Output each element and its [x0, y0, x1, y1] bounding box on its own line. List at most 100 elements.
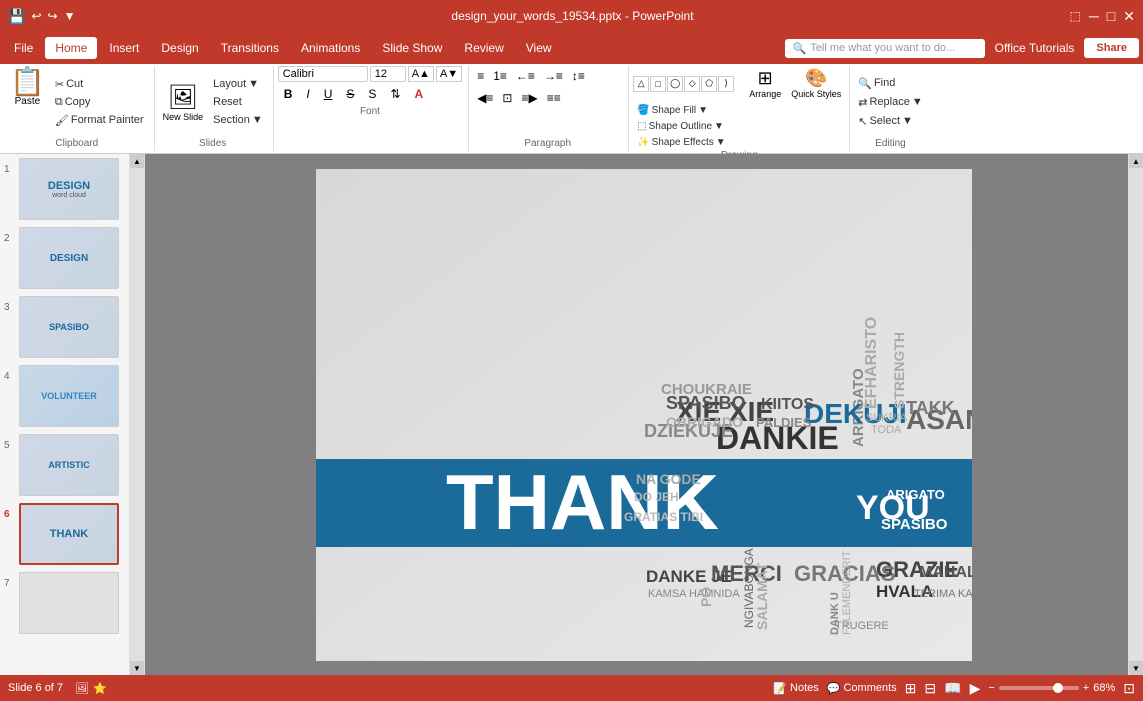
slide-num-3: 3 [4, 302, 16, 313]
maximize-icon[interactable]: □ [1107, 8, 1115, 24]
shape-fill-button[interactable]: 🪣 Shape Fill ▼ [633, 103, 845, 118]
menu-design[interactable]: Design [151, 37, 208, 59]
zoom-out-button[interactable]: − [988, 682, 994, 694]
slide-thumb-4[interactable]: 4 VOLUNTEER [4, 365, 125, 427]
scroll-down-button[interactable]: ▼ [130, 661, 144, 675]
shape-outline-button[interactable]: ⬚ Shape Outline ▼ [633, 119, 845, 134]
slide-thumb-2[interactable]: 2 DESIGN [4, 227, 125, 289]
slide-status-icon: 🖼 [75, 682, 89, 695]
view-slide-sorter-button[interactable]: ⊟ [924, 680, 936, 697]
save-icon[interactable]: 💾 [8, 8, 25, 25]
zoom-in-button[interactable]: + [1083, 682, 1089, 694]
search-box[interactable]: 🔍 Tell me what you want to do... [785, 39, 985, 58]
scroll-right-up-button[interactable]: ▲ [1129, 154, 1143, 168]
select-button[interactable]: ↖ Select ▼ [854, 113, 926, 130]
minimize-icon[interactable]: ─ [1089, 8, 1099, 24]
ribbon: 📋 Paste ✂ Cut ⧉ Copy 🖌 Format Painter Cl… [0, 64, 1143, 154]
font-name-input[interactable] [278, 66, 368, 82]
numbering-button[interactable]: 1≡ [489, 66, 511, 86]
close-icon[interactable]: ✕ [1123, 8, 1135, 25]
title-bar-left: 💾 ↩ ↪ ▼ [8, 8, 75, 25]
shape-effects-button[interactable]: ✨ Shape Effects ▼ [633, 135, 845, 150]
underline-button[interactable]: U [318, 84, 339, 104]
arrange-button[interactable]: ⊞ Arrange [745, 66, 785, 101]
svg-text:TERIMA KASIH: TERIMA KASIH [914, 588, 972, 600]
slide-thumb-1[interactable]: 1 DESIGN word cloud [4, 158, 125, 220]
replace-button[interactable]: ⇄ Replace ▼ [854, 94, 926, 111]
paste-button[interactable]: 📋 Paste [6, 66, 49, 138]
section-button[interactable]: Section ▼ [209, 112, 267, 128]
slide-canvas[interactable]: THANK YOU ARIGATO SPASIBO DANKIE ARRIGAT… [316, 169, 972, 661]
font-group-title: Font [278, 106, 462, 117]
view-reading-button[interactable]: 📖 [944, 680, 961, 697]
fit-to-window-button[interactable]: ⊡ [1123, 680, 1135, 697]
svg-text:TODA: TODA [871, 424, 902, 436]
menu-animations[interactable]: Animations [291, 37, 370, 59]
restore-icon[interactable]: ⬚ [1070, 9, 1081, 23]
align-center-button[interactable]: ⊡ [498, 88, 516, 108]
share-button[interactable]: Share [1084, 38, 1139, 58]
bold-button[interactable]: B [278, 84, 299, 104]
shape-1[interactable]: △ [633, 76, 649, 92]
menu-slideshow[interactable]: Slide Show [372, 37, 452, 59]
font-color-button[interactable]: A [409, 84, 430, 104]
align-right-button[interactable]: ≡▶ [517, 88, 541, 108]
strikethrough-button[interactable]: S [340, 84, 360, 104]
office-tutorials-link[interactable]: Office Tutorials [995, 41, 1075, 55]
slide-thumb-6[interactable]: 6 THANK [4, 503, 125, 565]
shape-3[interactable]: ◯ [667, 76, 683, 92]
undo-icon[interactable]: ↩ [31, 9, 41, 23]
svg-text:CHOUKRAIE: CHOUKRAIE [661, 381, 752, 398]
view-slideshow-button[interactable]: ▶ [970, 680, 981, 697]
menu-bar: File Home Insert Design Transitions Anim… [0, 32, 1143, 64]
menu-home[interactable]: Home [45, 37, 97, 59]
custom-icon[interactable]: ▼ [64, 9, 76, 23]
scroll-right-down-button[interactable]: ▼ [1129, 661, 1143, 675]
scroll-up-button[interactable]: ▲ [130, 154, 144, 168]
new-slide-button[interactable]: 🖼 New Slide [159, 81, 208, 124]
cut-button[interactable]: ✂ Cut [51, 76, 148, 93]
search-placeholder: Tell me what you want to do... [810, 42, 955, 54]
increase-indent-button[interactable]: →≡ [540, 66, 567, 86]
redo-icon[interactable]: ↪ [48, 9, 58, 23]
ribbon-group-drawing: △ □ ◯ ◇ ⬠ ⟩ ⊞ Arrange 🎨 Quick Styles 🪣 S… [629, 66, 850, 151]
shape-5[interactable]: ⬠ [701, 76, 717, 92]
slide-thumb-5[interactable]: 5 ARTISTIC [4, 434, 125, 496]
align-left-button[interactable]: ◀≡ [473, 88, 497, 108]
justify-button[interactable]: ≡≡ [543, 88, 565, 108]
quick-styles-button[interactable]: 🎨 Quick Styles [787, 66, 845, 101]
increase-font-button[interactable]: A▲ [408, 66, 434, 82]
layout-button[interactable]: Layout ▼ [209, 76, 267, 92]
shape-4[interactable]: ◇ [684, 76, 700, 92]
menu-view[interactable]: View [516, 37, 562, 59]
notes-button[interactable]: 📝 Notes [773, 682, 818, 695]
menu-insert[interactable]: Insert [99, 37, 149, 59]
menu-review[interactable]: Review [454, 37, 513, 59]
slide-thumb-7[interactable]: 7 [4, 572, 125, 634]
bullets-button[interactable]: ≡ [473, 66, 488, 86]
menu-transitions[interactable]: Transitions [211, 37, 289, 59]
shadow-button[interactable]: S [362, 84, 382, 104]
svg-text:OBRIGADO: OBRIGADO [666, 414, 743, 430]
menu-file[interactable]: File [4, 37, 43, 59]
slide-thumb-3[interactable]: 3 SPASIBO [4, 296, 125, 358]
decrease-font-button[interactable]: A▼ [436, 66, 462, 82]
ribbon-group-slides: 🖼 New Slide Layout ▼ Reset Section ▼ Sli… [155, 66, 274, 151]
copy-button[interactable]: ⧉ Copy [51, 94, 148, 111]
slide-num-5: 5 [4, 440, 16, 451]
shape-6[interactable]: ⟩ [718, 76, 734, 92]
reset-button[interactable]: Reset [209, 94, 267, 110]
italic-button[interactable]: I [300, 84, 315, 104]
font-size-input[interactable] [370, 66, 406, 82]
decrease-indent-button[interactable]: ←≡ [512, 66, 539, 86]
title-bar-right: ⬚ ─ □ ✕ [1070, 8, 1135, 25]
view-normal-button[interactable]: ⊞ [905, 680, 917, 697]
find-button[interactable]: 🔍 Find [854, 75, 926, 92]
zoom-slider[interactable] [999, 686, 1079, 690]
comments-button[interactable]: 💬 Comments [827, 682, 897, 695]
shape-2[interactable]: □ [650, 76, 666, 92]
format-painter-button[interactable]: 🖌 Format Painter [51, 112, 148, 129]
line-spacing-button[interactable]: ↕≡ [568, 66, 589, 86]
text-direction-button[interactable]: ⇅ [384, 84, 406, 104]
status-bar: Slide 6 of 7 🖼 ⭐ 📝 Notes 💬 Comments ⊞ ⊟ … [0, 675, 1143, 701]
